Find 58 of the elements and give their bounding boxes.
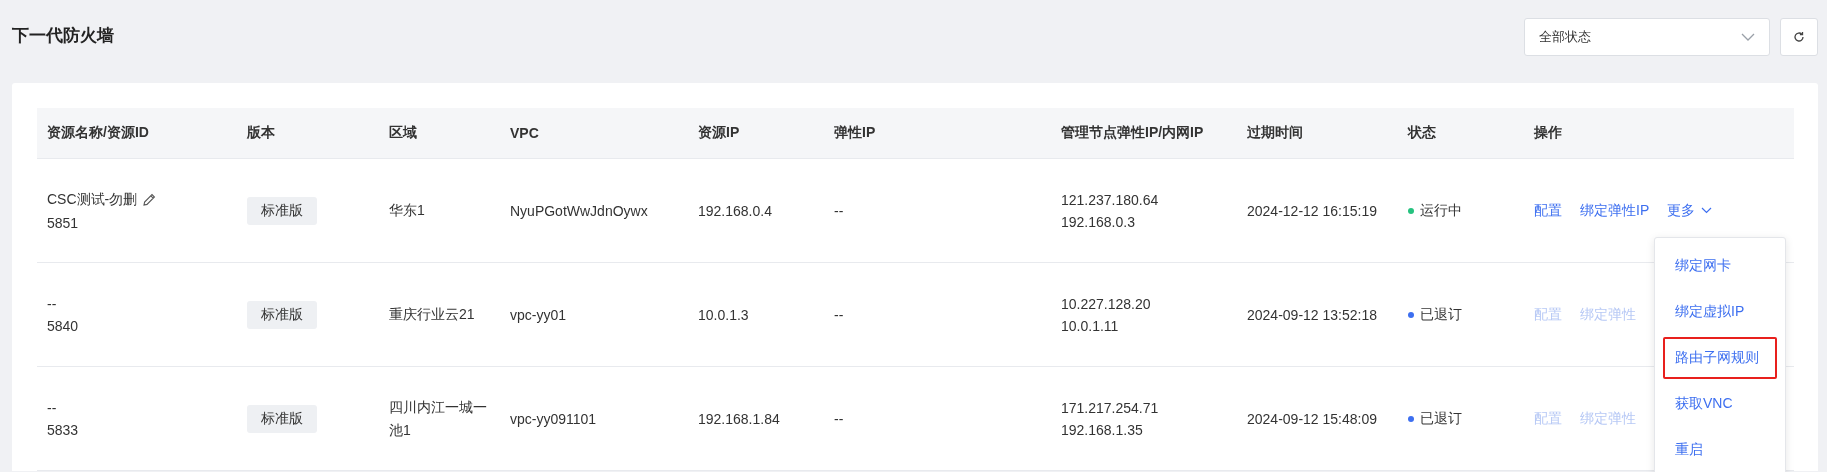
column-header: 过期时间 <box>1246 124 1304 142</box>
status-text: 已退订 <box>1420 409 1462 428</box>
column-header: 区域 <box>388 124 418 142</box>
expiry-time: 2024-09-12 13:52:18 <box>1247 306 1377 323</box>
vpc-text: NyuPGotWwJdnOywx <box>510 202 648 219</box>
column-header: 资源名称/资源ID <box>46 124 150 142</box>
resource-ip: 192.168.1.84 <box>698 410 780 427</box>
chevron-down-icon <box>1741 32 1755 41</box>
column-header: 操作 <box>1533 124 1563 142</box>
column-header: 状态 <box>1406 124 1437 142</box>
menu-item[interactable]: 获取VNC <box>1663 383 1777 425</box>
resource-name: -- <box>47 399 57 416</box>
status-text: 已退订 <box>1420 305 1462 324</box>
page-title: 下一代防火墙 <box>12 25 114 47</box>
ip-address: 171.217.254.71 <box>1061 399 1159 416</box>
edition-tag: 标准版 <box>247 404 317 433</box>
status-select[interactable]: 全部状态 <box>1524 17 1770 56</box>
action-link[interactable]: 绑定弹性IP <box>1580 201 1650 220</box>
column-header: 资源IP <box>697 124 741 142</box>
menu-item[interactable]: 绑定虚拟IP <box>1663 291 1777 333</box>
column-header: 版本 <box>246 124 276 142</box>
edition-tag: 标准版 <box>247 300 317 329</box>
column-header: VPC <box>509 125 540 141</box>
resource-ip: 192.168.0.4 <box>698 202 772 219</box>
menu-item[interactable]: 绑定网卡 <box>1663 245 1777 287</box>
elastic-ip: -- <box>834 410 844 427</box>
action-link[interactable]: 配置 <box>1534 201 1562 220</box>
expiry-time: 2024-12-12 16:15:19 <box>1247 202 1377 219</box>
edition-tag: 标准版 <box>247 196 317 225</box>
region-text: 四川内江一城一池1 <box>389 398 488 440</box>
expiry-time: 2024-09-12 15:48:09 <box>1247 410 1377 427</box>
resource-ip: 10.0.1.3 <box>698 306 749 323</box>
column-header: 管理节点弹性IP/内网IP <box>1060 124 1205 142</box>
region-text: 重庆行业云21 <box>389 305 475 325</box>
region-text: 华东1 <box>389 201 425 221</box>
ip-address: 10.227.128.20 <box>1061 295 1151 312</box>
ip-address: 192.168.1.35 <box>1061 421 1143 438</box>
column-header: 弹性IP <box>833 124 877 142</box>
refresh-button[interactable] <box>1780 17 1818 56</box>
pencil-icon[interactable] <box>142 192 158 207</box>
chevron-down-icon <box>1701 207 1713 214</box>
resource-id: 5833 <box>47 421 79 438</box>
resource-id: 5851 <box>47 214 79 231</box>
ip-address: 10.0.1.11 <box>1061 317 1119 334</box>
resource-name: CSC测试-勿删 <box>47 190 138 209</box>
vpc-text: vpc-yy01 <box>510 306 567 323</box>
ip-address: 121.237.180.64 <box>1061 191 1159 208</box>
vpc-text: vpc-yy091101 <box>510 410 597 427</box>
resource-id: 5840 <box>47 317 79 334</box>
elastic-ip: -- <box>834 306 844 323</box>
menu-item[interactable]: 重启 <box>1663 429 1777 471</box>
menu-item[interactable]: 路由子网规则 <box>1663 337 1777 379</box>
resource-name: -- <box>47 295 57 312</box>
elastic-ip: -- <box>834 202 844 219</box>
status-text: 运行中 <box>1420 201 1462 220</box>
more-link[interactable]: 更多 <box>1667 201 1713 220</box>
ip-address: 192.168.0.3 <box>1061 213 1135 230</box>
refresh-icon <box>1793 30 1805 43</box>
